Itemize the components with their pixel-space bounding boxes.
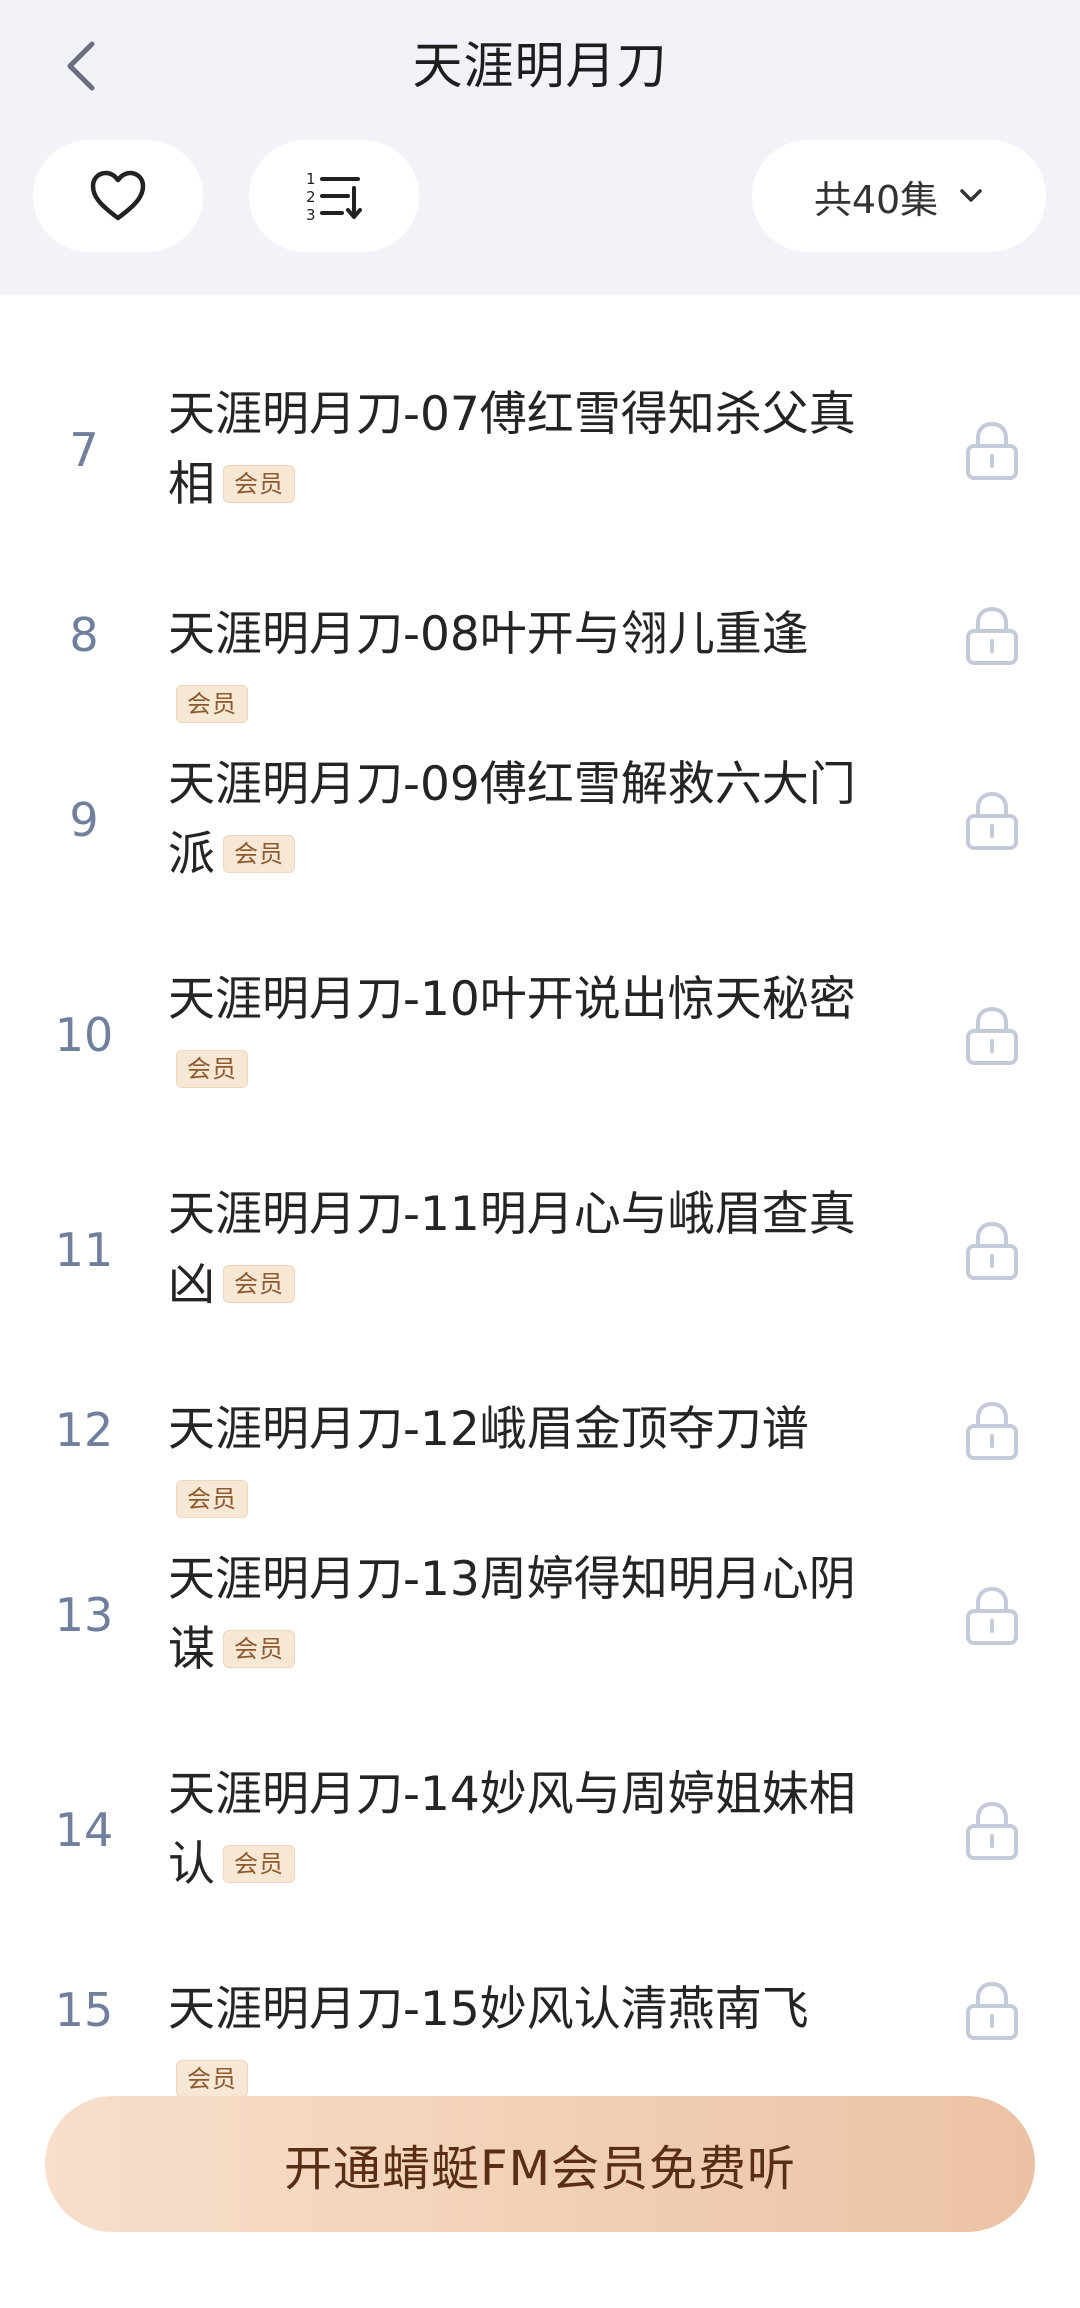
lock-icon <box>966 791 1018 850</box>
heart-icon <box>90 170 146 221</box>
episode-number: 10 <box>54 1008 114 1062</box>
member-badge: 会员 <box>223 464 295 503</box>
vip-subscribe-button[interactable]: 开通蜻蜓FM会员免费听 <box>45 2096 1035 2232</box>
page-title: 天涯明月刀 <box>412 37 668 95</box>
episode-number: 9 <box>69 793 99 847</box>
episode-row-12[interactable]: 12 天涯明月刀-12峨眉金顶夺刀谱会员 <box>0 1395 1080 1518</box>
lock-icon <box>966 1221 1018 1280</box>
chevron-down-icon <box>958 187 984 205</box>
favorite-button[interactable] <box>33 140 203 252</box>
episode-title: 天涯明月刀-09傅红雪解救六大门派 会员 <box>168 757 856 882</box>
episode-number: 7 <box>69 423 99 477</box>
svg-text:2: 2 <box>306 188 316 206</box>
member-badge: 会员 <box>223 1264 295 1303</box>
episode-number: 8 <box>69 608 99 662</box>
episode-row-9[interactable]: 9 天涯明月刀-09傅红雪解救六大门派 会员 <box>0 750 1080 890</box>
svg-text:1: 1 <box>306 170 316 188</box>
member-badge: 会员 <box>223 834 295 873</box>
episode-number: 15 <box>54 1983 114 2037</box>
lock-icon <box>966 1401 1018 1460</box>
episode-number: 14 <box>54 1803 114 1857</box>
episode-title: 天涯明月刀-11明月心与峨眉查真凶 会员 <box>168 1187 856 1312</box>
episode-number: 12 <box>54 1403 114 1457</box>
episode-row-8[interactable]: 8 天涯明月刀-08叶开与翎儿重逢会员 <box>0 600 1080 723</box>
episode-title: 天涯明月刀-10叶开说出惊天秘密会员 <box>168 965 888 1105</box>
episode-number: 11 <box>54 1223 114 1277</box>
sort-button[interactable]: 1 2 3 <box>249 140 419 252</box>
member-badge: 会员 <box>176 1049 248 1088</box>
lock-icon <box>966 1006 1018 1065</box>
episode-title: 天涯明月刀-12峨眉金顶夺刀谱会员 <box>168 1395 888 1535</box>
episode-count-dropdown[interactable]: 共40集 <box>752 140 1046 252</box>
lock-icon <box>966 1801 1018 1860</box>
lock-icon <box>966 1981 1018 2040</box>
member-badge: 会员 <box>176 684 248 723</box>
episode-row-10[interactable]: 10 天涯明月刀-10叶开说出惊天秘密会员 <box>0 965 1080 1105</box>
member-badge: 会员 <box>176 2059 248 2098</box>
member-badge: 会员 <box>223 1629 295 1668</box>
episode-title: 天涯明月刀-07傅红雪得知杀父真相 会员 <box>168 387 856 512</box>
episode-title: 天涯明月刀-14妙风与周婷姐妹相认 会员 <box>168 1767 856 1892</box>
episode-row-15[interactable]: 15 天涯明月刀-15妙风认清燕南飞会员 <box>0 1975 1080 2098</box>
episode-title: 天涯明月刀-08叶开与翎儿重逢会员 <box>168 600 888 740</box>
episode-title: 天涯明月刀-15妙风认清燕南飞会员 <box>168 1975 888 2115</box>
lock-icon <box>966 1586 1018 1645</box>
episode-number: 13 <box>54 1588 114 1642</box>
episode-title: 天涯明月刀-13周婷得知明月心阴谋 会员 <box>168 1552 856 1677</box>
sort-order-icon: 1 2 3 <box>306 170 362 224</box>
lock-icon <box>966 421 1018 480</box>
vip-subscribe-label: 开通蜻蜓FM会员免费听 <box>283 2141 797 2197</box>
episode-row-11[interactable]: 11 天涯明月刀-11明月心与峨眉查真凶 会员 <box>0 1180 1080 1320</box>
episode-row-14[interactable]: 14 天涯明月刀-14妙风与周婷姐妹相认 会员 <box>0 1760 1080 1900</box>
lock-icon <box>966 606 1018 665</box>
header: 天涯明月刀 1 2 3 共40集 <box>0 0 1080 295</box>
member-badge: 会员 <box>223 1844 295 1883</box>
svg-text:3: 3 <box>306 206 316 224</box>
episode-row-7[interactable]: 7 天涯明月刀-07傅红雪得知杀父真相 会员 <box>0 380 1080 520</box>
episode-row-13[interactable]: 13 天涯明月刀-13周婷得知明月心阴谋 会员 <box>0 1545 1080 1685</box>
episode-count-label: 共40集 <box>813 177 939 222</box>
member-badge: 会员 <box>176 1479 248 1518</box>
